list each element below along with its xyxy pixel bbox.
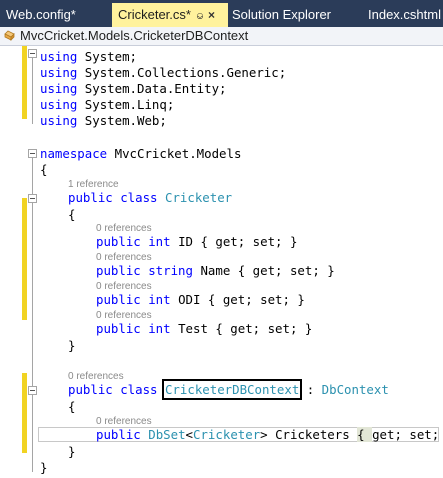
code-line-brace: } <box>40 460 48 475</box>
code-line-using-web: using System.Web; <box>40 113 167 128</box>
code-line-brace: { <box>68 207 76 222</box>
code-line-prop-name: public string Name { get; set; } <box>96 263 335 278</box>
code-line-dbset[interactable]: public DbSet<Cricketer> Cricketers { get… <box>96 427 443 443</box>
code-line-class-cricketer: public class Cricketer <box>68 190 232 206</box>
keyword: public <box>96 427 141 442</box>
outline-guide <box>32 158 33 472</box>
changed-lines-margin <box>22 46 27 119</box>
code-line-brace: } <box>68 444 76 459</box>
type-name: DbSet <box>148 427 186 442</box>
codelens-reference-count[interactable]: 0 references <box>96 281 152 292</box>
keyword: public int <box>96 321 171 336</box>
breadcrumb: MvcCricket.Models.CricketerDBContext <box>20 28 249 43</box>
codelens-reference-count[interactable]: 0 references <box>68 371 124 382</box>
code-line-prop-id: public int ID { get; set; } <box>96 234 298 249</box>
keyword: using <box>40 65 78 80</box>
tab-index-cshtml[interactable]: Index.cshtml <box>362 3 443 27</box>
code-line-prop-test: public int Test { get; set; } <box>96 321 313 336</box>
collapse-usings-icon[interactable] <box>28 49 37 58</box>
changed-lines-margin <box>22 198 27 320</box>
tab-cricketer-cs[interactable]: Cricketer.cs* ⎉ × <box>112 3 228 27</box>
keyword: public class <box>68 382 158 397</box>
codelens-reference-count[interactable]: 0 references <box>96 310 152 321</box>
keyword: using <box>40 97 78 112</box>
outline-guide <box>32 58 33 124</box>
brace-match: { <box>357 427 373 442</box>
keyword: using <box>40 49 78 64</box>
keyword: public string <box>96 263 193 278</box>
class-name: Cricketer <box>165 190 233 205</box>
changed-lines-margin <box>22 373 27 453</box>
pin-icon[interactable]: ⎉ <box>196 11 204 22</box>
close-icon[interactable]: × <box>208 8 215 22</box>
codelens-reference-count[interactable]: 1 reference <box>68 179 119 190</box>
navigation-bar-dropdown[interactable]: MvcCricket.Models.CricketerDBContext <box>0 27 443 46</box>
code-line-namespace: namespace MvcCricket.Models <box>40 146 241 162</box>
code-line-using-system: using System; <box>40 49 137 64</box>
base-class-name: DbContext <box>321 382 389 397</box>
highlighted-class-name[interactable]: CricketerDBContext <box>161 379 303 400</box>
codelens-reference-count[interactable]: 0 references <box>96 252 152 263</box>
keyword: public class <box>68 190 158 205</box>
tab-web-config[interactable]: Web.config* <box>0 3 80 27</box>
code-line-using-collections: using System.Collections.Generic; <box>40 65 287 80</box>
tab-label: Solution Explorer <box>232 7 331 22</box>
type-name: Cricketer <box>193 427 261 442</box>
code-line-brace: { <box>68 399 76 414</box>
namespace-name: MvcCricket.Models <box>114 146 242 161</box>
class-icon <box>4 30 15 41</box>
keyword: using <box>40 81 78 96</box>
collapse-namespace-icon[interactable] <box>28 149 37 158</box>
keyword: using <box>40 113 78 128</box>
code-line-prop-odi: public int ODI { get; set; } <box>96 292 305 307</box>
tab-label: Index.cshtml <box>368 7 441 22</box>
collapse-class-context-icon[interactable] <box>28 386 37 395</box>
collapse-class-cricketer-icon[interactable] <box>28 194 37 203</box>
codelens-reference-count[interactable]: 0 references <box>96 416 152 427</box>
code-line-brace: { <box>40 162 48 177</box>
tab-solution-explorer[interactable]: Solution Explorer <box>226 3 356 27</box>
code-line-brace: } <box>68 338 76 353</box>
tab-label: Cricketer.cs* <box>118 7 191 22</box>
code-editor[interactable]: using System; using System.Collections.G… <box>0 46 443 478</box>
codelens-reference-count[interactable]: 0 references <box>96 223 152 234</box>
code-line-class-context: public class CricketerDBContext : DbCont… <box>68 379 389 400</box>
code-line-using-linq: using System.Linq; <box>40 97 175 112</box>
tab-label: Web.config* <box>6 7 76 22</box>
document-tab-bar: Web.config* Cricketer.cs* ⎉ × Solution Exp… <box>0 0 443 27</box>
keyword: public int <box>96 292 171 307</box>
keyword: namespace <box>40 146 108 161</box>
keyword: public int <box>96 234 171 249</box>
code-line-using-data-entity: using System.Data.Entity; <box>40 81 227 96</box>
